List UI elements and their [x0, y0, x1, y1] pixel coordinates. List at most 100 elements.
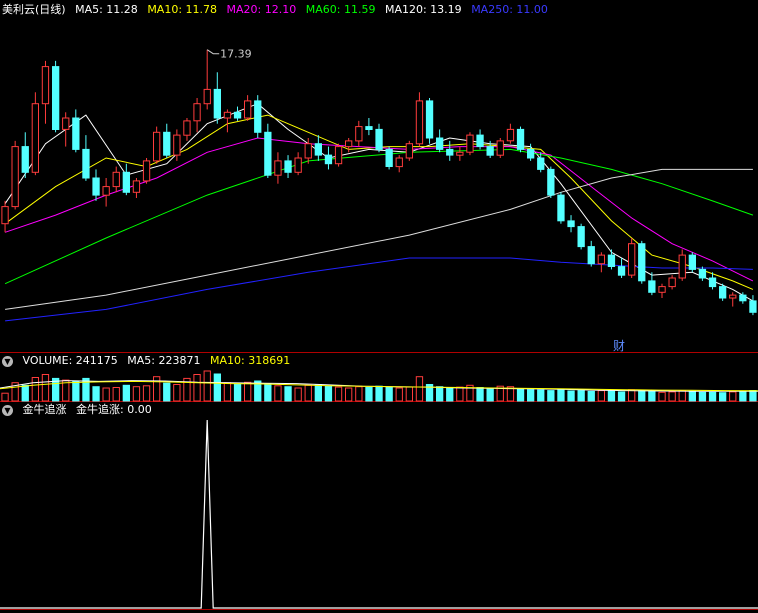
volume-bar-down: [719, 392, 727, 402]
candle-up: [355, 126, 363, 142]
volume-bar-down: [557, 389, 565, 402]
volume-bar-up: [223, 382, 232, 402]
candle-up: [102, 186, 110, 196]
candle-up: [415, 100, 424, 145]
stock-chart[interactable]: 17.39 财: [0, 0, 758, 613]
volume-bar-down: [446, 387, 454, 402]
stock-title: 美利云(日线): [2, 3, 66, 16]
ma250-label: MA250: 11.00: [471, 3, 548, 16]
volume-bar-down: [324, 385, 333, 402]
candle-down: [21, 146, 29, 173]
volume-bar-up: [102, 387, 110, 402]
ma-line-ma120: [5, 168, 753, 310]
volume-bar-down: [516, 388, 525, 402]
volume-bar-down: [365, 387, 373, 402]
main-chart-header: 美利云(日线) MA5: 11.28 MA10: 11.78 MA20: 12.…: [2, 2, 554, 18]
candle-up: [405, 143, 414, 159]
volume-bar-down: [688, 390, 697, 402]
candle-down: [587, 246, 595, 265]
volume-bar-up: [304, 384, 312, 402]
candle-down: [264, 131, 272, 176]
candle-down: [688, 254, 697, 270]
candle-down: [749, 300, 757, 313]
ma120-label: MA120: 13.19: [384, 3, 462, 16]
indicator-name: 金牛追涨: [22, 403, 67, 416]
candle-down: [719, 286, 727, 299]
volume-bar-up: [142, 385, 151, 402]
volume-bar-down: [122, 384, 130, 402]
candle-down: [708, 277, 717, 288]
ma5-label: MA5: 11.28: [75, 3, 138, 16]
candle-up: [466, 134, 474, 153]
candle-up: [678, 254, 686, 279]
volume-bar-up: [355, 386, 363, 402]
candle-down: [284, 160, 292, 173]
volume-toggle-icon[interactable]: ▼: [2, 355, 13, 367]
volume-bar-up: [628, 389, 636, 402]
volume-bar-up: [415, 376, 424, 402]
candle-down: [122, 171, 130, 193]
volume-bar-up: [334, 386, 343, 402]
candle-up: [345, 140, 353, 148]
volume-bar-up: [203, 370, 211, 402]
candle-up: [112, 171, 120, 188]
candle-down: [365, 126, 373, 130]
volume-bar-down: [648, 390, 656, 402]
candle-down: [82, 148, 90, 179]
candle-up: [193, 103, 201, 122]
volume-bar-up: [173, 384, 181, 402]
volume-bar-down: [385, 386, 393, 402]
candle-down: [324, 154, 333, 165]
candle-down: [52, 66, 60, 130]
candle-up: [31, 103, 40, 173]
indicator-toggle-icon[interactable]: ▼: [2, 404, 13, 416]
volume-bar-up: [395, 387, 403, 402]
volume-bar-up: [153, 376, 161, 402]
volume-bar-up: [274, 385, 282, 402]
candle-down: [516, 128, 525, 150]
ma10-label: MA10: 11.78: [147, 3, 218, 16]
volume-bar-down: [617, 391, 626, 402]
candle-up: [506, 128, 515, 142]
candle-up: [244, 100, 252, 119]
candle-up: [274, 160, 282, 176]
candle-down: [557, 194, 565, 222]
candle-up: [628, 243, 636, 276]
candle-up: [668, 277, 676, 288]
ma20-label: MA20: 12.10: [226, 3, 297, 16]
candle-up: [658, 286, 666, 293]
indicator-value-label: 金牛追涨: 0.00: [76, 403, 152, 416]
volume-bar-down: [698, 391, 707, 402]
volume-bar-down: [749, 390, 757, 402]
candle-down: [527, 148, 535, 159]
candle-down: [739, 294, 747, 302]
volume-bar-up: [244, 381, 252, 402]
volume-bar-down: [708, 391, 717, 402]
candle-down: [233, 111, 242, 119]
candle-down: [567, 220, 575, 228]
candle-up: [304, 143, 312, 159]
candle-up: [11, 146, 19, 208]
candle-down: [72, 117, 80, 150]
volume-bar-down: [264, 383, 272, 402]
volume-bar-up: [456, 386, 464, 402]
finance-marker: 财: [613, 339, 625, 353]
candle-up: [1, 206, 9, 225]
volume-bar-up: [678, 390, 686, 402]
volume-header: ▼ VOLUME: 241175 MA5: 223871 MA10: 31869…: [0, 353, 296, 369]
candle-up: [142, 160, 151, 182]
volume-bar-down: [486, 387, 494, 402]
candle-up: [223, 111, 232, 119]
candle-down: [648, 280, 656, 293]
candle-down: [92, 177, 100, 196]
volume-bar-up: [597, 390, 606, 402]
candle-down: [375, 128, 383, 150]
candle-up: [62, 117, 70, 130]
candle-down: [314, 143, 323, 156]
candle-down: [486, 146, 494, 156]
volume-bar-down: [607, 390, 616, 402]
volume-bar-down: [547, 390, 555, 402]
volume-bar-down: [587, 390, 595, 402]
volume-bar-down: [92, 386, 100, 402]
volume-bar-up: [31, 377, 40, 402]
